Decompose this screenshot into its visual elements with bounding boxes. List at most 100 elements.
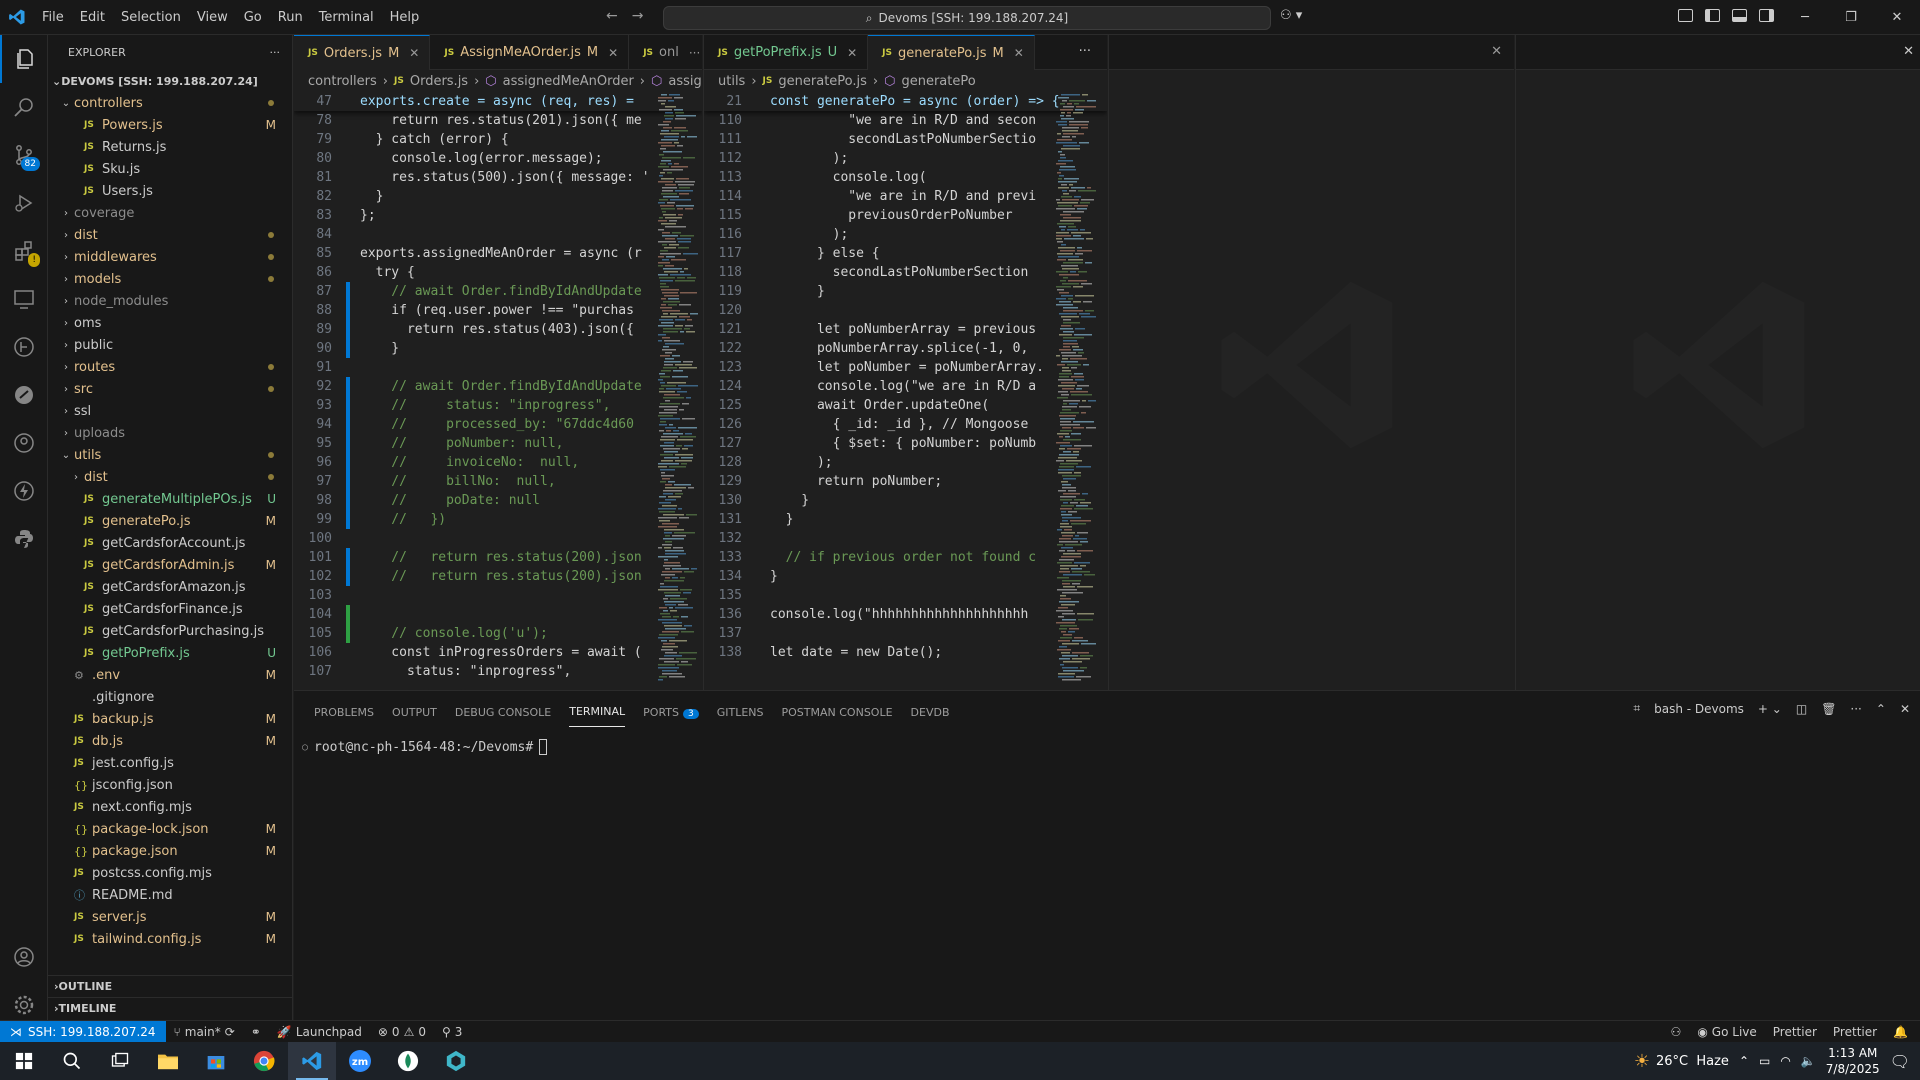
menu-run[interactable]: Run (270, 0, 311, 35)
code-line[interactable]: 103 (294, 586, 702, 605)
code-line[interactable]: 101 // return res.status(200).json (294, 548, 702, 567)
vscode-taskbar-icon[interactable] (288, 1042, 336, 1080)
code-line[interactable]: 105 // console.log('u'); (294, 624, 702, 643)
sticky-scroll-line[interactable]: 21 const generatePo = async (order) => { (704, 92, 1107, 111)
folder-item[interactable]: › ssl (48, 400, 292, 422)
code-line[interactable]: 91 (294, 358, 702, 377)
accounts-icon[interactable] (0, 933, 48, 981)
explorer-icon[interactable] (0, 35, 48, 83)
terminal-name[interactable]: bash - Devoms (1654, 702, 1744, 716)
file-item[interactable]: JS Returns.js (48, 136, 292, 158)
file-item[interactable]: JS getCardsforPurchasing.js (48, 620, 292, 642)
file-item[interactable]: JS Powers.js M (48, 114, 292, 136)
close-icon[interactable]: ✕ (1874, 0, 1920, 35)
file-item[interactable]: .gitignore (48, 686, 292, 708)
split-terminal-icon[interactable]: ◫ (1796, 702, 1807, 716)
windows-start-icon[interactable] (0, 1042, 48, 1080)
code-line[interactable]: 93 // status: "inprogress", (294, 396, 702, 415)
minimize-icon[interactable]: ─ (1782, 0, 1828, 35)
code-line[interactable]: 119 } (704, 282, 1107, 301)
extensions-icon[interactable]: ! (0, 227, 48, 275)
folder-item[interactable]: › uploads (48, 422, 292, 444)
panel-tab-debug-console[interactable]: DEBUG CONSOLE (455, 696, 551, 727)
prettier-status-2[interactable]: Prettier (1825, 1025, 1885, 1039)
breadcrumb-item[interactable]: Orders.js (410, 74, 468, 89)
code-line[interactable]: 80 console.log(error.message); (294, 149, 702, 168)
code-line[interactable]: 133 // if previous order not found c (704, 548, 1107, 567)
code-line[interactable]: 78 return res.status(201).json({ me (294, 111, 702, 130)
breadcrumb-item[interactable]: generatePo (901, 74, 975, 89)
file-item[interactable]: {} package.json M (48, 840, 292, 862)
run-debug-icon[interactable] (0, 179, 48, 227)
app-green-circle-icon[interactable] (384, 1042, 432, 1080)
volume-icon[interactable]: 🔈 (1801, 1054, 1816, 1068)
copilot-icon[interactable]: ⚇ ▾ (1280, 8, 1302, 23)
chrome-icon[interactable] (240, 1042, 288, 1080)
remote-indicator[interactable]: ⋊ SSH: 199.188.207.24 (0, 1020, 166, 1043)
panel-tab-output[interactable]: OUTPUT (392, 696, 437, 727)
code-line[interactable]: 120 (704, 301, 1107, 320)
code-line[interactable]: 114 "we are in R/D and previ (704, 187, 1107, 206)
tab-close-icon[interactable]: ✕ (608, 46, 618, 60)
folder-item[interactable]: › routes (48, 356, 292, 378)
editor-tab[interactable]: JS Orders.js M ✕ (294, 35, 431, 70)
code-line[interactable]: 84 (294, 225, 702, 244)
forward-arrow-icon[interactable]: → (632, 8, 644, 24)
menu-file[interactable]: File (34, 0, 72, 35)
breadcrumb-item[interactable]: controllers (308, 74, 377, 89)
python-icon[interactable] (0, 515, 48, 563)
code-line[interactable]: 112 ); (704, 149, 1107, 168)
menu-view[interactable]: View (189, 0, 236, 35)
back-arrow-icon[interactable]: ← (606, 8, 618, 24)
code-line[interactable]: 92 // await Order.findByIdAndUpdate (294, 377, 702, 396)
restore-icon[interactable]: ❐ (1828, 0, 1874, 35)
code-line[interactable]: 82 } (294, 187, 702, 206)
code-line[interactable]: 123 let poNumber = poNumberArray. (704, 358, 1107, 377)
panel-tab-postman-console[interactable]: POSTMAN CONSOLE (782, 696, 893, 727)
toggle-secondary-sidebar-icon[interactable] (1759, 9, 1774, 22)
menu-terminal[interactable]: Terminal (311, 0, 382, 35)
file-item[interactable]: JS db.js M (48, 730, 292, 752)
menu-selection[interactable]: Selection (113, 0, 189, 35)
toggle-panel-icon[interactable] (1732, 9, 1747, 22)
task-view-icon[interactable] (96, 1042, 144, 1080)
notifications-bell-icon[interactable]: 🔔 (1885, 1025, 1916, 1039)
weather-widget[interactable]: ☀ 26°C Haze (1634, 1051, 1729, 1072)
folder-item[interactable]: › dist (48, 224, 292, 246)
close-group-icon[interactable]: ✕ (1903, 44, 1914, 59)
file-item[interactable]: JS tailwind.config.js M (48, 928, 292, 950)
folder-item[interactable]: › src (48, 378, 292, 400)
clock[interactable]: 1:13 AM 7/8/2025 (1826, 1045, 1880, 1077)
code-line[interactable]: 132 (704, 529, 1107, 548)
toggle-primary-sidebar-icon[interactable] (1705, 9, 1720, 22)
file-item[interactable]: {} package-lock.json M (48, 818, 292, 840)
code-line[interactable]: 86 try { (294, 263, 702, 282)
file-item[interactable]: JS jest.config.js (48, 752, 292, 774)
file-item[interactable]: {} jsconfig.json (48, 774, 292, 796)
code-line[interactable]: 106 const inProgressOrders = await ( (294, 643, 702, 662)
editor-tab[interactable]: JS AssignMeAOrder.js M ✕ (430, 35, 630, 70)
file-item[interactable]: JS getCardsforAdmin.js M (48, 554, 292, 576)
kill-terminal-icon[interactable]: 🗑 (1821, 702, 1836, 716)
code-line[interactable]: 110 "we are in R/D and secon (704, 111, 1107, 130)
code-editor-left[interactable]: 47 exports.create = async (req, res) = 78 … (294, 92, 702, 690)
folder-item[interactable]: › middlewares (48, 246, 292, 268)
menu-help[interactable]: Help (382, 0, 428, 35)
code-editor-right[interactable]: 21 const generatePo = async (order) => {1… (704, 92, 1107, 690)
code-line[interactable]: 97 // billNo: null, (294, 472, 702, 491)
microsoft-store-icon[interactable] (192, 1042, 240, 1080)
panel-tab-gitlens[interactable]: GITLENS (717, 696, 764, 727)
code-line[interactable]: 111 secondLastPoNumberSectio (704, 130, 1107, 149)
code-line[interactable]: 134} (704, 567, 1107, 586)
timeline-section[interactable]: › TIMELINE (48, 997, 293, 1019)
sticky-scroll-line[interactable]: 47 exports.create = async (req, res) = (294, 92, 702, 111)
code-line[interactable]: 90 } (294, 339, 702, 358)
file-explorer-icon[interactable] (144, 1042, 192, 1080)
gitlens-icon[interactable] (0, 323, 48, 371)
file-item[interactable]: ⓘ README.md (48, 884, 292, 906)
launchpad-status[interactable]: 🚀 Launchpad (269, 1025, 370, 1039)
tab-close-icon[interactable]: ✕ (847, 46, 857, 60)
code-line[interactable]: 100 (294, 529, 702, 548)
publish-status[interactable]: ⚭ (243, 1025, 269, 1039)
code-line[interactable]: 83}; (294, 206, 702, 225)
